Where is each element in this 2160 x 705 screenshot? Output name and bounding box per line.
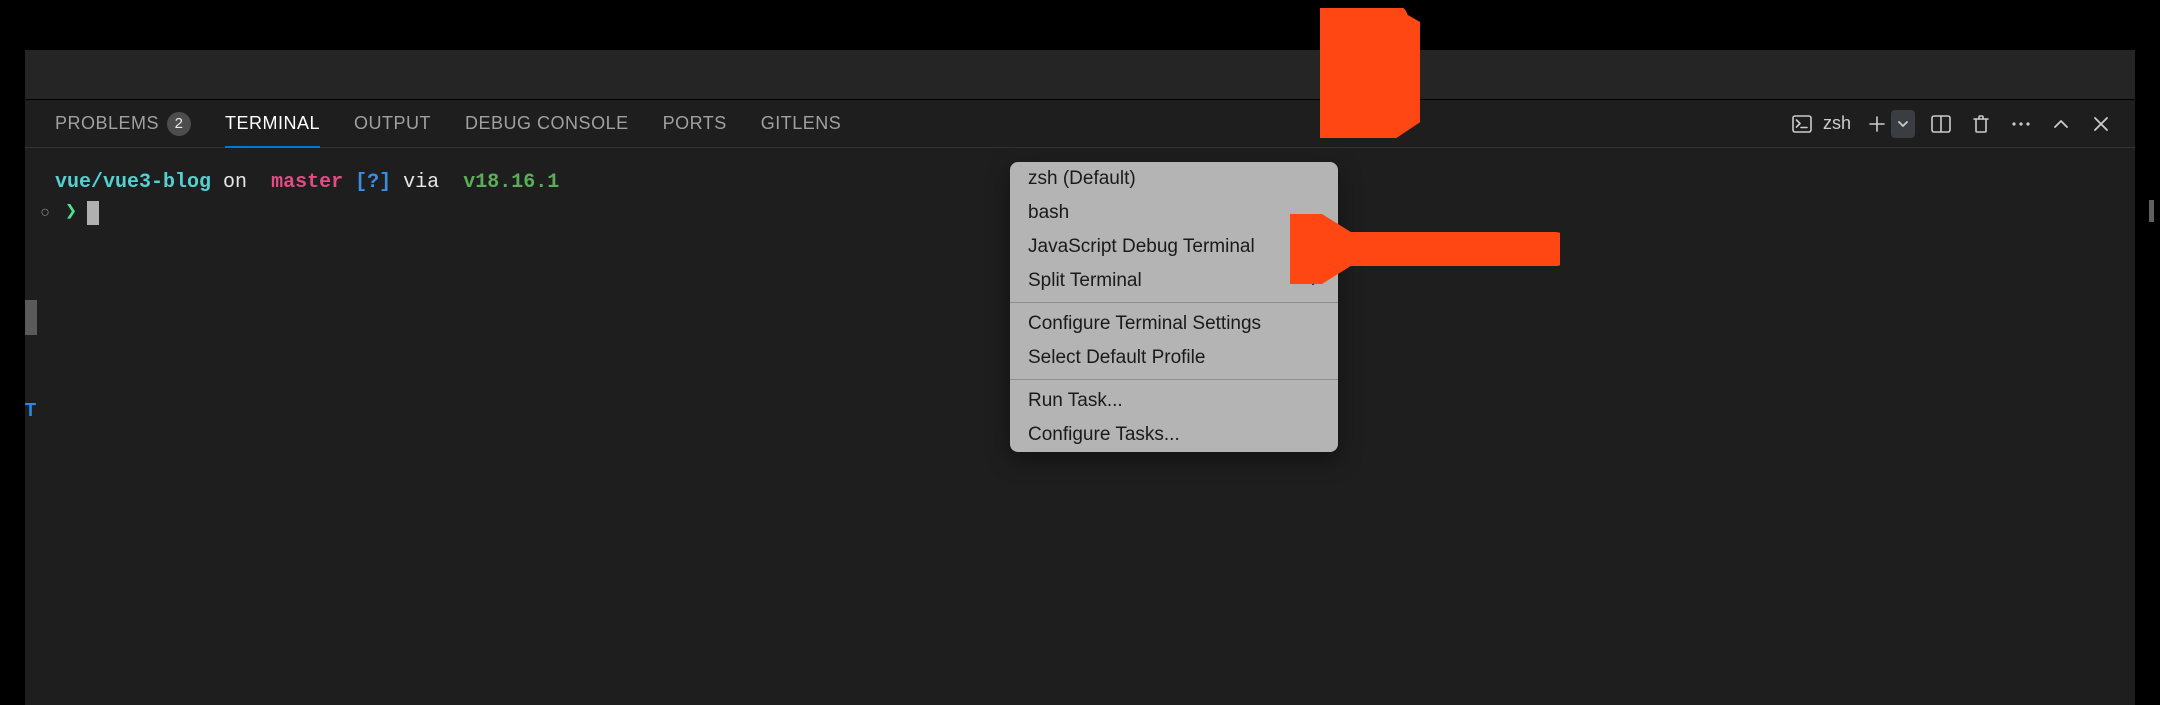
menu-item-run-task[interactable]: Run Task... [1010, 384, 1338, 418]
menu-item-label: Select Default Profile [1028, 347, 1205, 369]
menu-item-label: bash [1028, 202, 1069, 224]
kill-terminal-button[interactable] [1967, 110, 1995, 138]
new-terminal-dropdown-button[interactable] [1891, 110, 1915, 138]
gutter-circle-icon: ○ [35, 198, 55, 228]
more-actions-button[interactable] [2007, 110, 2035, 138]
menu-item-split-terminal[interactable]: Split Terminal [1010, 264, 1338, 298]
terminal-profile-indicator[interactable]: zsh [1788, 110, 1851, 138]
problems-badge: 2 [167, 112, 191, 136]
menu-item-label: Configure Tasks... [1028, 424, 1180, 446]
panel-tabs: PROBLEMS 2 TERMINAL OUTPUT DEBUG CONSOLE… [25, 100, 2135, 148]
menu-item-js-debug-terminal[interactable]: JavaScript Debug Terminal [1010, 230, 1338, 264]
tab-ports-label: PORTS [663, 113, 727, 134]
menu-item-bash[interactable]: bash [1010, 196, 1338, 230]
prompt-on-label: on [223, 168, 247, 198]
menu-item-configure-terminal-settings[interactable]: Configure Terminal Settings [1010, 307, 1338, 341]
tab-terminal[interactable]: TERMINAL [225, 100, 320, 147]
tab-problems-label: PROBLEMS [55, 113, 159, 134]
prompt-angle: ❯ [65, 198, 77, 228]
tab-output[interactable]: OUTPUT [354, 100, 431, 147]
prompt-via-label: via [403, 168, 439, 198]
menu-item-zsh-default[interactable]: zsh (Default) [1010, 162, 1338, 196]
tab-debug-console[interactable]: DEBUG CONSOLE [465, 100, 629, 147]
tab-debug-console-label: DEBUG CONSOLE [465, 113, 629, 134]
menu-item-label: JavaScript Debug Terminal [1028, 236, 1255, 258]
left-editor-scroll-indicator [25, 300, 37, 335]
tab-problems[interactable]: PROBLEMS 2 [55, 100, 191, 147]
terminal-icon [1788, 110, 1816, 138]
menu-item-label: zsh (Default) [1028, 168, 1136, 190]
scrollbar-thumb[interactable] [2149, 200, 2154, 222]
new-terminal-button[interactable] [1863, 110, 1891, 138]
terminal-shell-name: zsh [1823, 113, 1851, 134]
tab-gitlens[interactable]: GITLENS [761, 100, 842, 147]
tab-ports[interactable]: PORTS [663, 100, 727, 147]
menu-separator [1010, 302, 1338, 303]
close-panel-button[interactable] [2087, 110, 2115, 138]
split-terminal-button[interactable] [1927, 110, 1955, 138]
tab-gitlens-label: GITLENS [761, 113, 842, 134]
menu-separator [1010, 379, 1338, 380]
prompt-git-status: [?] [355, 168, 391, 198]
menu-item-label: Split Terminal [1028, 270, 1142, 292]
menu-item-label: Run Task... [1028, 390, 1123, 412]
prompt-branch: master [271, 168, 343, 198]
menu-item-configure-tasks[interactable]: Configure Tasks... [1010, 418, 1338, 452]
prompt-node-version: v18.16.1 [463, 168, 559, 198]
editor-spacer [25, 50, 2135, 100]
tab-output-label: OUTPUT [354, 113, 431, 134]
prompt-path: vue/vue3-blog [55, 168, 211, 198]
terminal-cursor [87, 201, 99, 225]
menu-item-select-default-profile[interactable]: Select Default Profile [1010, 341, 1338, 375]
terminal-profile-menu: zsh (Default) bash JavaScript Debug Term… [1010, 162, 1338, 452]
chevron-right-icon [1310, 270, 1320, 292]
maximize-panel-button[interactable] [2047, 110, 2075, 138]
menu-item-label: Configure Terminal Settings [1028, 313, 1261, 335]
left-editor-text-fragment: T [25, 400, 36, 421]
tab-terminal-label: TERMINAL [225, 113, 320, 134]
